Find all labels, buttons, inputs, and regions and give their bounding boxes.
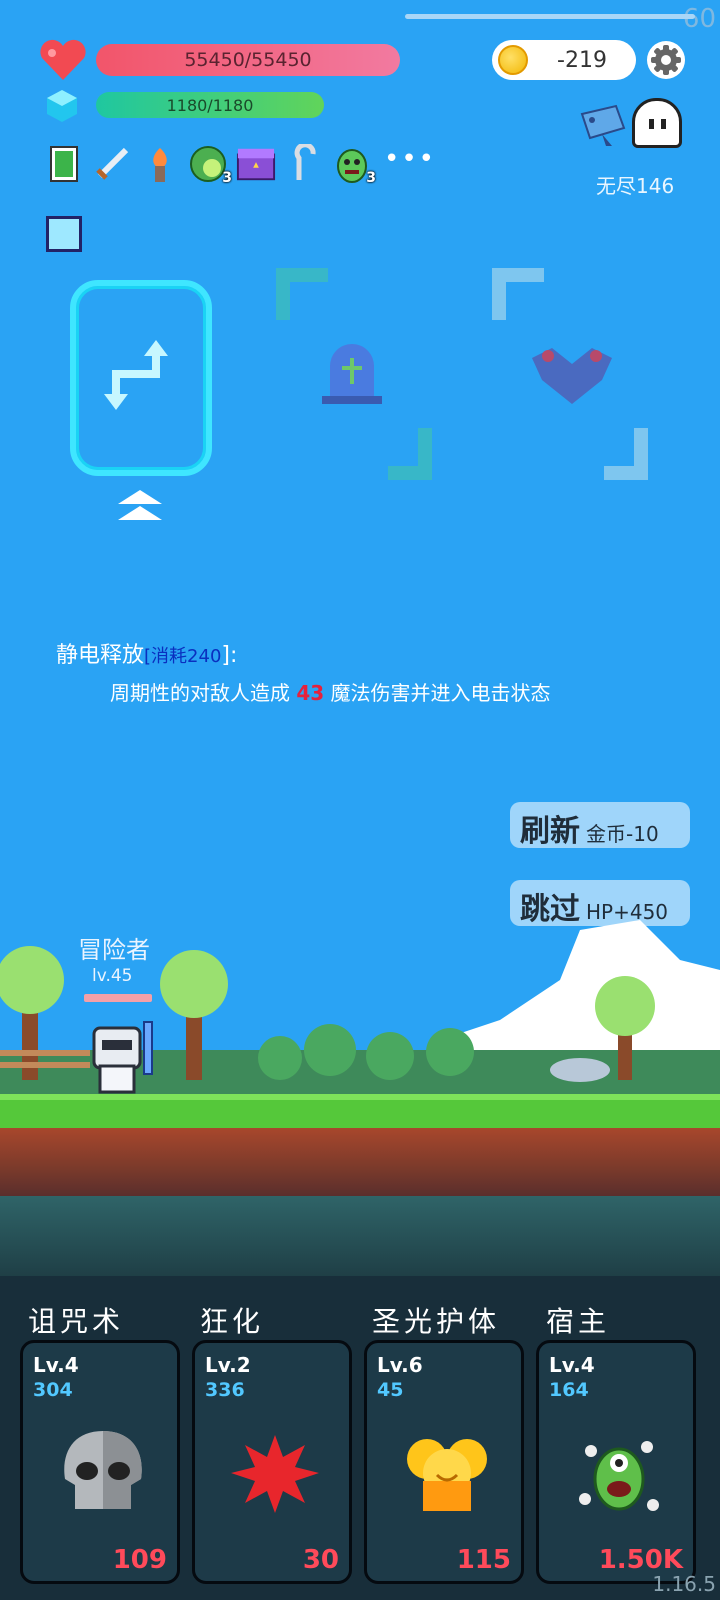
player-name: 冒险者 [78,936,150,964]
coin-amount: -219 [557,47,607,73]
choice-card-gargoyle[interactable] [492,268,652,480]
gear-icon[interactable] [646,40,686,80]
ghost-icon[interactable] [632,98,682,148]
sword-icon[interactable] [92,144,132,184]
slot-value: 304 [33,1379,73,1401]
skull-icon [64,1431,142,1509]
skill-cost-close: ]: [221,643,238,668]
player-hp-bar [84,994,152,1002]
red-splat-icon [231,1435,319,1513]
mana-gem-icon [47,90,77,122]
skill-slot-berserk[interactable]: Lv.2 336 30 [192,1340,352,1584]
skill-desc-pre: 周期性的对敌人造成 [110,681,297,705]
treasure-chest-icon[interactable] [236,144,276,184]
slot-title: 狂化 [200,1305,265,1338]
choice-card-selected[interactable] [70,280,212,476]
version-label: 1.16.5 [652,1572,716,1596]
fish-icon[interactable] [576,100,632,148]
coin-counter: -219 [492,40,636,80]
player-level: lv.45 [92,966,133,986]
slot-cost: 1.50K [598,1545,683,1575]
knight-icon[interactable] [88,1018,168,1098]
skill-cost: 消耗240 [151,646,222,667]
hp-bar: 55450/55450 [96,44,400,76]
top-progress-line [405,14,695,19]
coin-icon [498,45,528,75]
skill-description: 静电释放[消耗240]: 周期性的对敌人造成 43 魔法伤害并进入电击状态 [56,638,676,711]
slot-level: Lv.4 [33,1353,79,1377]
water [0,1196,720,1276]
chevron-up-icon [118,490,162,520]
endless-level: 无尽146 [596,174,675,198]
item-count-badge: 3 [366,170,376,186]
ground-dirt [0,1128,720,1196]
refresh-button[interactable]: 刷新 金币-10 [510,802,690,849]
skill-slot-curse[interactable]: Lv.4 304 109 [20,1340,180,1584]
slot-value: 164 [549,1379,589,1401]
slot-cost: 109 [112,1545,167,1575]
slot-value: 336 [205,1379,245,1401]
eyeball-monster-icon [579,1441,659,1511]
hook-icon[interactable] [284,144,324,184]
slot-title: 诅咒术 [28,1305,125,1338]
green-monster-icon[interactable]: 3 [332,144,376,186]
skill-name: 静电释放 [56,643,145,668]
refresh-label: 刷新 [520,814,580,849]
slot-cost: 115 [456,1545,511,1575]
tombstone-icon [322,344,382,404]
ground-grass [0,1094,720,1128]
swap-arrows-icon [104,340,168,410]
heart-icon [40,39,86,80]
inventory-bar: 3 3 ••• [44,144,436,186]
light-bulb-icon[interactable] [46,216,82,252]
slot-level: Lv.6 [377,1353,423,1377]
more-items-button[interactable]: ••• [384,144,436,174]
mp-bar: 1180/1180 [96,92,324,118]
torch-icon[interactable] [140,144,180,184]
lime-icon[interactable]: 3 [188,144,232,186]
skill-slot-host[interactable]: Lv.4 164 1.50K [536,1340,696,1584]
slot-value: 45 [377,1379,404,1401]
slot-level: Lv.2 [205,1353,251,1377]
slot-cost: 30 [302,1545,339,1575]
slot-title: 圣光护体 [372,1305,501,1338]
refresh-cost: 金币-10 [586,822,659,846]
fps-counter: 60 [682,4,716,34]
gargoyle-icon [532,348,612,404]
choice-card-tombstone[interactable] [276,268,436,480]
skill-damage: 43 [296,681,325,705]
green-book-icon[interactable] [44,144,84,184]
skill-cost-open: [ [144,646,152,667]
item-count-badge: 3 [222,170,232,186]
slot-level: Lv.4 [549,1353,595,1377]
skill-desc-post: 魔法伤害并进入电击状态 [324,681,551,705]
slot-title: 宿主 [546,1305,611,1338]
skill-slot-holy-shield[interactable]: Lv.6 45 115 [364,1340,524,1584]
golden-shield-icon [407,1439,487,1511]
